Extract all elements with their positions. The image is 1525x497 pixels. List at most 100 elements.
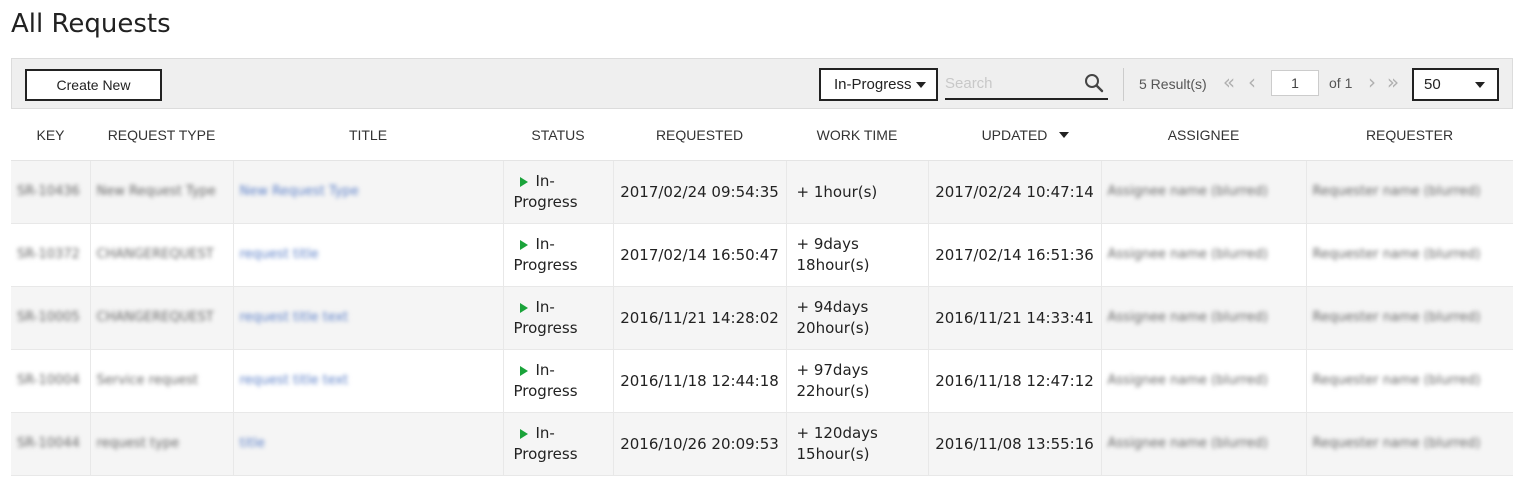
request-title-link[interactable]: request title text — [240, 371, 497, 391]
header-work-time[interactable]: WORK TIME — [786, 110, 928, 161]
cell-requested: 2016/10/26 20:09:53 — [613, 412, 787, 476]
search-icon[interactable] — [1084, 73, 1104, 93]
cell-updated: 2016/11/18 12:47:12 — [928, 349, 1102, 413]
next-page-icon[interactable]: › — [1361, 71, 1383, 93]
table-row[interactable]: SR-10004 Service request request title tex… — [11, 349, 1513, 413]
cell-title[interactable]: New Request Type — [233, 160, 504, 224]
requester-name: Requester name (blurred) — [1312, 310, 1481, 325]
cell-request-type: CHANGEREQUEST — [90, 223, 234, 287]
header-requester[interactable]: REQUESTER — [1306, 110, 1513, 161]
first-page-icon[interactable]: « — [1218, 71, 1240, 93]
cell-requester: Requester name (blurred) — [1306, 160, 1513, 224]
play-icon — [519, 428, 528, 439]
search-box — [945, 68, 1108, 100]
cell-status: In-Progress — [503, 349, 614, 413]
cell-key[interactable]: SR-10004 — [11, 349, 91, 413]
status-filter-dropdown[interactable]: In-Progress — [819, 68, 938, 101]
cell-assignee: Assignee name (blurred) — [1101, 349, 1307, 413]
updated-datetime: 2017/02/14 16:51:36 — [935, 245, 1094, 264]
updated-datetime: 2016/11/18 12:47:12 — [935, 371, 1094, 390]
assignee-name: Assignee name (blurred) — [1107, 373, 1268, 388]
assignee-name: Assignee name (blurred) — [1107, 310, 1268, 325]
table-header-row: KEY REQUEST TYPE TITLE STATUS REQUESTED … — [11, 110, 1513, 161]
cell-key[interactable]: SR-10372 — [11, 223, 91, 287]
cell-request-type: request type — [90, 412, 234, 476]
request-type-text: New Request Type — [96, 184, 216, 199]
request-key-link[interactable]: SR-10436 — [17, 182, 84, 202]
request-title-link[interactable]: request title — [240, 245, 497, 265]
cell-title[interactable]: request title — [233, 223, 504, 287]
header-updated-label: UPDATED — [981, 127, 1048, 143]
work-time-text: + 94days 20hour(s) — [796, 298, 870, 337]
table-row[interactable]: SR-10436 New Request Type New Request Type… — [11, 160, 1513, 224]
play-icon — [519, 239, 528, 250]
cell-title[interactable]: request title text — [233, 349, 504, 413]
updated-datetime: 2016/11/08 13:55:16 — [935, 434, 1094, 453]
cell-request-type: Service request — [90, 349, 234, 413]
assignee-name: Assignee name (blurred) — [1107, 184, 1268, 199]
request-key-link[interactable]: SR-10044 — [17, 434, 84, 454]
cell-updated: 2016/11/21 14:33:41 — [928, 286, 1102, 350]
updated-datetime: 2016/11/21 14:33:41 — [935, 308, 1094, 327]
requester-name: Requester name (blurred) — [1312, 373, 1481, 388]
search-input[interactable] — [945, 72, 1075, 94]
requester-name: Requester name (blurred) — [1312, 247, 1481, 262]
table-row[interactable]: SR-10372 CHANGEREQUEST request title In-Pro… — [11, 223, 1513, 287]
per-page-dropdown[interactable]: 50 — [1412, 68, 1499, 101]
cell-title[interactable]: request title text — [233, 286, 504, 350]
cell-work-time: + 120days 15hour(s) — [786, 412, 929, 476]
cell-requester: Requester name (blurred) — [1306, 286, 1513, 350]
play-icon — [519, 176, 528, 187]
header-assignee[interactable]: ASSIGNEE — [1101, 110, 1306, 161]
cell-updated: 2017/02/14 16:51:36 — [928, 223, 1102, 287]
last-page-icon[interactable]: » — [1382, 71, 1404, 93]
cell-key[interactable]: SR-10044 — [11, 412, 91, 476]
header-key[interactable]: KEY — [11, 110, 90, 161]
request-title-link[interactable]: title — [240, 434, 497, 454]
table-row[interactable]: SR-10005 CHANGEREQUEST request title text I… — [11, 286, 1513, 350]
cell-assignee: Assignee name (blurred) — [1101, 412, 1307, 476]
create-new-button[interactable]: Create New — [25, 69, 162, 101]
cell-requested: 2016/11/21 14:28:02 — [613, 286, 787, 350]
header-title[interactable]: TITLE — [233, 110, 503, 161]
requested-datetime: 2017/02/24 09:54:35 — [620, 182, 779, 201]
request-title-link[interactable]: New Request Type — [240, 182, 497, 202]
cell-assignee: Assignee name (blurred) — [1101, 160, 1307, 224]
cell-requested: 2016/11/18 12:44:18 — [613, 349, 787, 413]
updated-datetime: 2017/02/24 10:47:14 — [935, 182, 1094, 201]
cell-assignee: Assignee name (blurred) — [1101, 286, 1307, 350]
cell-status: In-Progress — [503, 286, 614, 350]
cell-requested: 2017/02/14 16:50:47 — [613, 223, 787, 287]
header-requested[interactable]: REQUESTED — [613, 110, 786, 161]
assignee-name: Assignee name (blurred) — [1107, 436, 1268, 451]
cell-work-time: + 97days 22hour(s) — [786, 349, 929, 413]
request-title-link[interactable]: request title text — [240, 308, 497, 328]
request-key-link[interactable]: SR-10005 — [17, 308, 84, 328]
cell-status: In-Progress — [503, 160, 614, 224]
chevron-down-icon — [916, 82, 926, 88]
cell-assignee: Assignee name (blurred) — [1101, 223, 1307, 287]
sort-desc-icon[interactable] — [1059, 132, 1069, 138]
requested-datetime: 2017/02/14 16:50:47 — [620, 245, 779, 264]
header-updated[interactable]: UPDATED — [928, 110, 1101, 161]
request-key-link[interactable]: SR-10372 — [17, 245, 84, 265]
header-status[interactable]: STATUS — [503, 110, 613, 161]
header-request-type[interactable]: REQUEST TYPE — [90, 110, 233, 161]
cell-requester: Requester name (blurred) — [1306, 412, 1513, 476]
cell-requested: 2017/02/24 09:54:35 — [613, 160, 787, 224]
requests-table: KEY REQUEST TYPE TITLE STATUS REQUESTED … — [11, 110, 1513, 476]
cell-key[interactable]: SR-10436 — [11, 160, 91, 224]
cell-key[interactable]: SR-10005 — [11, 286, 91, 350]
table-row[interactable]: SR-10044 request type title In-Progress 2016… — [11, 412, 1513, 476]
work-time-text: + 120days 15hour(s) — [796, 424, 878, 463]
page-number-input[interactable] — [1271, 70, 1319, 96]
page-total-label: of 1 — [1329, 75, 1353, 91]
cell-status: In-Progress — [503, 412, 614, 476]
toolbar-divider — [1123, 68, 1124, 101]
cell-updated: 2016/11/08 13:55:16 — [928, 412, 1102, 476]
cell-title[interactable]: title — [233, 412, 504, 476]
prev-page-icon[interactable]: ‹ — [1241, 71, 1263, 93]
requested-datetime: 2016/10/26 20:09:53 — [620, 434, 779, 453]
request-key-link[interactable]: SR-10004 — [17, 371, 84, 391]
assignee-name: Assignee name (blurred) — [1107, 247, 1268, 262]
